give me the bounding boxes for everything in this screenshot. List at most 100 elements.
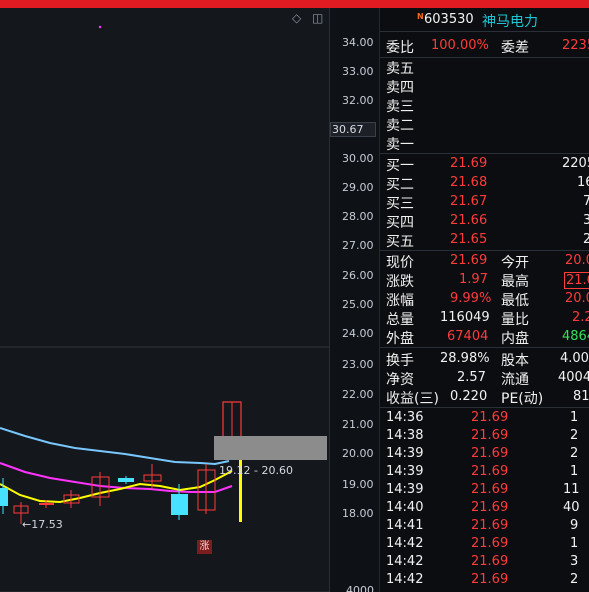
fundamental-row: 净资 2.57 流通 4004 (380, 368, 589, 388)
trade-row: 14:41 21.69 9 (380, 517, 589, 535)
stat-label: 总量 (386, 312, 414, 328)
stat-label: 涨幅 (386, 293, 414, 309)
ask-label: 卖二 (386, 118, 414, 134)
trade-price: 21.69 (471, 554, 509, 569)
price-tick: 29.00 (342, 181, 374, 194)
trade-time: 14:42 (386, 554, 424, 569)
bid-label: 买四 (386, 215, 414, 231)
price-tick: 28.00 (342, 210, 374, 223)
diff-value: 2235 (562, 38, 589, 53)
price-range-label: 19.12 - 20.60 (219, 464, 293, 477)
ask-row[interactable]: 卖五 (380, 57, 589, 77)
bid-volume: 2205 (562, 156, 589, 171)
trade-time: 14:41 (386, 518, 424, 533)
bid-volume: 16 (577, 175, 589, 190)
price-tick: 34.00 (342, 36, 374, 49)
bid-row[interactable]: 买四 21.66 3 (380, 211, 589, 231)
stat-label: 内盘 (501, 331, 529, 347)
trade-price: 21.69 (471, 536, 509, 551)
ask-row[interactable]: 卖一 (380, 133, 589, 153)
fundamental-row: 换手 28.98% 股本 4.00 (380, 349, 589, 369)
stat-label: 外盘 (386, 331, 414, 347)
trade-volume: 9 (570, 518, 579, 533)
fund-label: 净资 (386, 372, 414, 388)
stat-value: 116049 (440, 310, 490, 325)
bid-price: 21.65 (450, 232, 488, 247)
trade-time: 14:38 (386, 428, 424, 443)
bid-row[interactable]: 买二 21.68 16 (380, 173, 589, 193)
trade-volume: 40 (563, 500, 580, 515)
fund-label: 股本 (501, 353, 529, 369)
trade-price: 21.69 (471, 518, 509, 533)
bid-volume: 3 (583, 213, 589, 228)
bid-price: 21.66 (450, 213, 488, 228)
panel-toggle-icon[interactable]: ◫ (312, 11, 323, 25)
diff-label: 委差 (501, 40, 529, 56)
bid-row[interactable]: 买一 21.69 2205 (380, 154, 589, 174)
trade-price: 21.69 (471, 500, 509, 515)
candle-5 (91, 472, 110, 506)
trade-price: 21.69 (471, 428, 509, 443)
bid-price: 21.69 (450, 156, 488, 171)
fund-value: 28.98% (440, 351, 490, 366)
trade-row: 14:36 21.69 1 (380, 409, 589, 427)
ask-row[interactable]: 卖三 (380, 95, 589, 115)
stat-label: 今开 (501, 255, 529, 271)
bid-label: 买一 (386, 158, 414, 174)
trade-volume: 1 (570, 464, 579, 479)
ask-row[interactable]: 卖四 (380, 76, 589, 96)
app-window: ◇ ◫ 19.12 - 20.60 ←17.53 涨 34.00 33.00 3… (0, 0, 589, 592)
trade-price: 21.69 (471, 446, 509, 461)
stat-value: 20.0 (565, 253, 589, 268)
bid-price: 21.67 (450, 194, 488, 209)
bid-row[interactable]: 买三 21.67 7 (380, 192, 589, 212)
price-tick: 22.00 (342, 388, 374, 401)
bid-row[interactable]: 买五 21.65 2 (380, 230, 589, 250)
candlestick-chart[interactable]: ◇ ◫ (0, 8, 380, 592)
price-tick: 32.00 (342, 94, 374, 107)
candle-9 (197, 464, 216, 514)
ratio-value: 100.00% (431, 38, 489, 53)
new-stock-badge: N (417, 12, 424, 21)
quote-panel: N 603530 神马电力 委比 100.00% 委差 2235 卖五 卖四 卖… (380, 8, 589, 592)
trade-time: 14:42 (386, 572, 424, 587)
trade-time: 14:39 (386, 482, 424, 497)
candle-1 (0, 478, 8, 514)
fund-label: PE(动) (501, 391, 544, 407)
diamond-icon[interactable]: ◇ (292, 11, 301, 25)
price-tick: 23.00 (342, 358, 374, 371)
stock-header[interactable]: N 603530 神马电力 (380, 8, 589, 32)
price-tick: 18.00 (342, 507, 374, 520)
trade-time: 14:40 (386, 500, 424, 515)
stat-value: 9.99% (450, 291, 492, 306)
stock-code: 603530 (424, 12, 474, 27)
stat-value: 67404 (447, 329, 489, 344)
price-tick: 20.00 (342, 447, 374, 460)
ask-row[interactable]: 卖二 (380, 114, 589, 134)
fund-value: 4004 (558, 370, 589, 385)
bid-label: 买三 (386, 196, 414, 212)
ask-label: 卖五 (386, 61, 414, 77)
trade-volume: 2 (570, 428, 579, 443)
ratio-label: 委比 (386, 40, 414, 56)
trade-volume: 3 (570, 554, 579, 569)
price-tick: 21.00 (342, 418, 374, 431)
candle-6 (118, 476, 134, 484)
price-tick: 33.00 (342, 65, 374, 78)
stat-label: 现价 (386, 255, 414, 271)
price-tick: 30.00 (342, 152, 374, 165)
trade-price: 21.69 (471, 482, 509, 497)
trade-volume: 2 (570, 572, 579, 587)
fund-label: 换手 (386, 353, 414, 369)
stat-row: 现价 21.69 今开 20.0 (380, 251, 589, 271)
bid-price: 21.68 (450, 175, 488, 190)
low-price-marker: ←17.53 (22, 518, 63, 531)
trade-price: 21.69 (471, 464, 509, 479)
fund-value: 0.220 (450, 389, 488, 404)
chart-svg (0, 25, 329, 592)
stat-value: 1.97 (459, 272, 488, 287)
stat-row: 涨幅 9.99% 最低 20.0 (380, 289, 589, 309)
price-axis: 34.00 33.00 32.00 30.00 29.00 28.00 27.0… (329, 8, 380, 592)
current-price-flag: 30.67 (330, 122, 376, 137)
stat-label: 最高 (501, 274, 529, 290)
